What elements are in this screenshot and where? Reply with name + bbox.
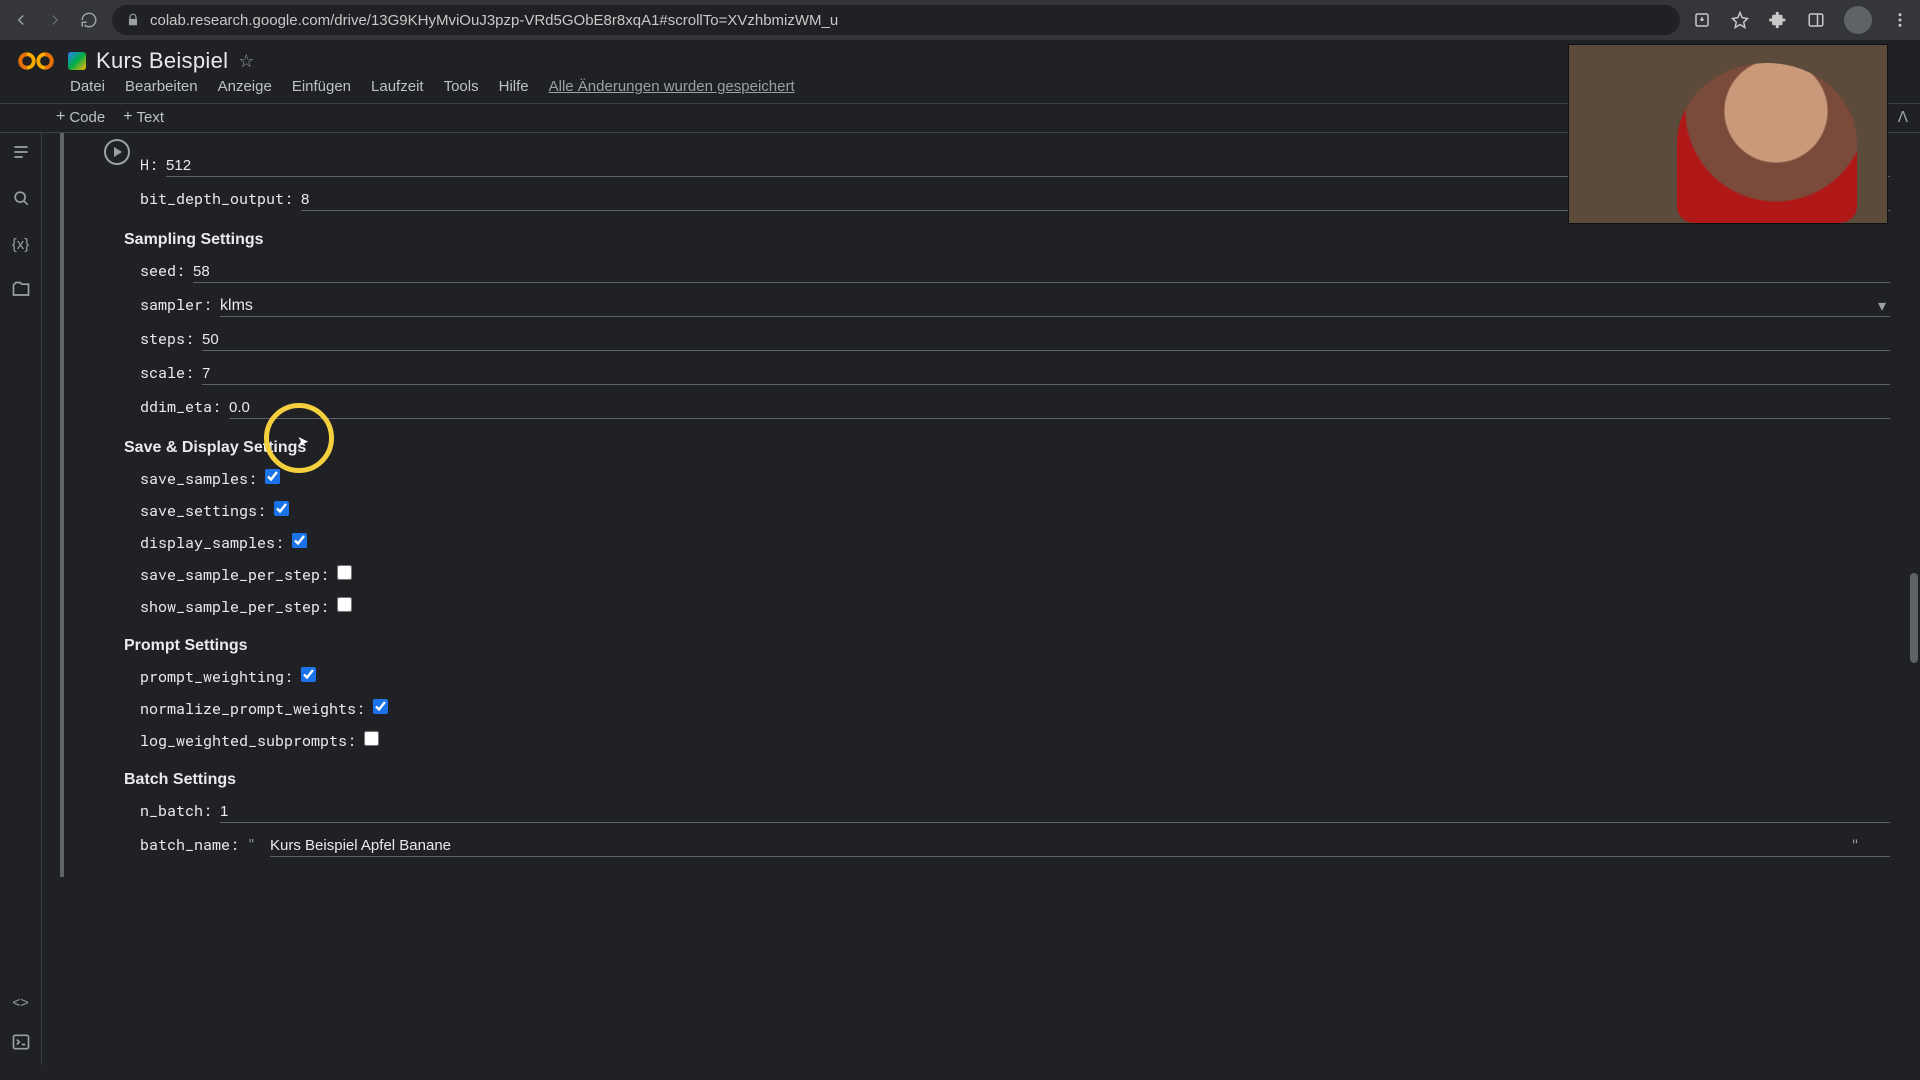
url-bar[interactable]: colab.research.google.com/drive/13G9KHyM… [112, 5, 1680, 35]
label-save-settings: save_settings: [140, 501, 266, 521]
menu-help[interactable]: Hilfe [499, 78, 529, 95]
field-display-samples: display_samples: [140, 533, 1890, 553]
code-snippet-icon[interactable]: <> [10, 991, 32, 1013]
checkbox-log-weighted-subprompts[interactable] [364, 731, 379, 746]
lock-icon [126, 13, 140, 27]
notebook-content: H: bit_depth_output: Sampling Settings s… [42, 133, 1920, 1065]
reload-button[interactable] [78, 9, 100, 31]
menu-edit[interactable]: Bearbeiten [125, 78, 198, 95]
scrollbar[interactable] [1908, 253, 1920, 1055]
section-save-display: Save & Display Settings [124, 439, 1890, 457]
label-n-batch: n_batch: [140, 801, 212, 821]
scroll-thumb[interactable] [1910, 573, 1918, 663]
label-steps: steps: [140, 329, 194, 349]
quote-close: " [1850, 835, 1860, 856]
field-sampler: sampler: klms ▾ [140, 295, 1890, 317]
chevron-down-icon[interactable]: ▾ [1878, 296, 1886, 316]
field-ddim-eta: ddim_eta: [140, 397, 1890, 419]
extensions-icon[interactable] [1768, 10, 1788, 30]
label-ddim-eta: ddim_eta: [140, 397, 221, 417]
label-save-samples: save_samples: [140, 469, 257, 489]
install-icon[interactable] [1692, 10, 1712, 30]
field-show-sample-per-step: show_sample_per_step: [140, 597, 1890, 617]
run-cell-button[interactable] [104, 139, 130, 165]
drive-icon [68, 52, 86, 70]
forward-button[interactable] [44, 9, 66, 31]
label-show-sample-per-step: show_sample_per_step: [140, 597, 329, 617]
add-code-button[interactable]: +Code [56, 108, 105, 126]
field-save-samples: save_samples: [140, 469, 1890, 489]
collapse-chevron-icon[interactable]: ᐱ [1898, 108, 1908, 126]
section-prompt: Prompt Settings [124, 637, 1890, 655]
profile-avatar[interactable] [1844, 6, 1872, 34]
menu-view[interactable]: Anzeige [218, 78, 272, 95]
input-n-batch[interactable] [220, 801, 1890, 823]
chrome-actions [1692, 6, 1910, 34]
label-save-sample-per-step: save_sample_per_step: [140, 565, 329, 585]
label-seed: seed: [140, 261, 185, 281]
field-prompt-weighting: prompt_weighting: [140, 667, 1890, 687]
doc-star-icon[interactable]: ☆ [238, 51, 254, 72]
label-normalize-prompt-weights: normalize_prompt_weights: [140, 699, 365, 719]
checkbox-prompt-weighting[interactable] [301, 667, 316, 682]
add-text-button[interactable]: +Text [123, 108, 164, 126]
menu-runtime[interactable]: Laufzeit [371, 78, 424, 95]
quote-open: " [247, 835, 262, 855]
field-save-sample-per-step: save_sample_per_step: [140, 565, 1890, 585]
menu-tools[interactable]: Tools [444, 78, 479, 95]
menu-insert[interactable]: Einfügen [292, 78, 351, 95]
field-batch-name: batch_name: " " [140, 835, 1890, 857]
side-panel-icon[interactable] [1806, 10, 1826, 30]
terminal-icon[interactable] [10, 1031, 32, 1053]
variables-icon[interactable]: {x} [10, 233, 32, 255]
input-steps[interactable] [202, 329, 1890, 351]
checkbox-save-settings[interactable] [274, 501, 289, 516]
field-seed: seed: [140, 261, 1890, 283]
field-save-settings: save_settings: [140, 501, 1890, 521]
label-display-samples: display_samples: [140, 533, 284, 553]
colab-logo-icon[interactable] [18, 49, 54, 73]
field-normalize-prompt-weights: normalize_prompt_weights: [140, 699, 1890, 719]
input-seed[interactable] [193, 261, 1890, 283]
label-bit-depth: bit_depth_output: [140, 189, 293, 209]
left-rail: {x} <> [0, 133, 42, 1065]
browser-toolbar: colab.research.google.com/drive/13G9KHyM… [0, 0, 1920, 40]
field-n-batch: n_batch: [140, 801, 1890, 823]
menu-file[interactable]: Datei [70, 78, 105, 95]
search-icon[interactable] [10, 187, 32, 209]
section-batch: Batch Settings [124, 771, 1890, 789]
label-scale: scale: [140, 363, 194, 383]
star-icon[interactable] [1730, 10, 1750, 30]
webcam-person [1677, 63, 1857, 223]
toc-icon[interactable] [10, 141, 32, 163]
back-button[interactable] [10, 9, 32, 31]
field-steps: steps: [140, 329, 1890, 351]
checkbox-save-sample-per-step[interactable] [337, 565, 352, 580]
label-prompt-weighting: prompt_weighting: [140, 667, 293, 687]
checkbox-display-samples[interactable] [292, 533, 307, 548]
checkbox-show-sample-per-step[interactable] [337, 597, 352, 612]
input-batch-name[interactable] [270, 835, 1890, 857]
checkbox-save-samples[interactable] [265, 469, 280, 484]
section-sampling: Sampling Settings [124, 231, 1890, 249]
label-h: H: [140, 155, 158, 175]
field-scale: scale: [140, 363, 1890, 385]
url-text: colab.research.google.com/drive/13G9KHyM… [150, 12, 838, 29]
save-status[interactable]: Alle Änderungen wurden gespeichert [549, 78, 795, 95]
checkbox-normalize-prompt-weights[interactable] [373, 699, 388, 714]
field-log-weighted-subprompts: log_weighted_subprompts: [140, 731, 1890, 751]
label-log-weighted-subprompts: log_weighted_subprompts: [140, 731, 356, 751]
label-batch-name: batch_name: [140, 835, 239, 855]
kebab-icon[interactable] [1890, 10, 1910, 30]
webcam-overlay [1568, 44, 1888, 224]
files-icon[interactable] [10, 279, 32, 301]
input-ddim-eta[interactable] [229, 397, 1890, 419]
select-sampler[interactable]: klms [220, 297, 253, 315]
input-scale[interactable] [202, 363, 1890, 385]
doc-title[interactable]: Kurs Beispiel [96, 48, 228, 74]
label-sampler: sampler: [140, 295, 212, 315]
